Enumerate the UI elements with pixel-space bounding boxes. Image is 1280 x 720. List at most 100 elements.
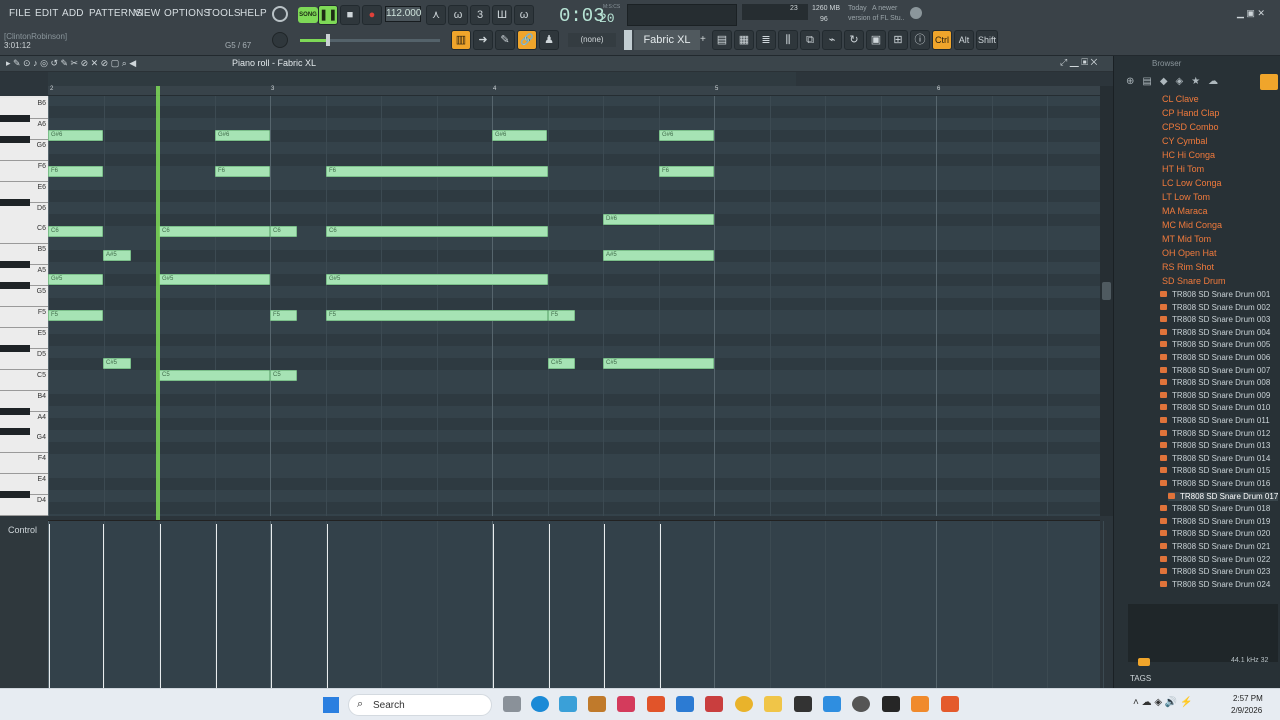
piano-keyboard[interactable]: B6 A6 G6 F6 E6 D6 C6 B5 A5 G5 F5 E5 D5 C5 B4 A4 G4 F4 E4 D4 <box>0 96 48 516</box>
note[interactable]: F5 <box>270 310 297 321</box>
stamp-icon[interactable]: ♟ <box>539 30 559 50</box>
arrow-icon[interactable]: ➜ <box>473 30 493 50</box>
note[interactable]: C#5 <box>103 358 131 369</box>
browser-file[interactable]: TR808 SD Snare Drum 005 <box>1160 340 1270 349</box>
white-key[interactable]: C5 <box>0 369 48 391</box>
master-volume-knob[interactable] <box>272 32 288 48</box>
files-icon[interactable] <box>676 696 694 712</box>
tool-icon[interactable] <box>705 696 723 712</box>
note[interactable]: C6 <box>326 226 548 237</box>
browser-folder[interactable]: CPSD Combo <box>1162 122 1219 132</box>
browser-folder[interactable]: RS Rim Shot <box>1162 262 1214 272</box>
piano-roll-tools[interactable]: ▸ ✎ ⊙ ♪ ◎ ↺ ✎ ✂ ⊘ ✕ ⊘ ▢ ⌕ ◀ <box>6 58 136 69</box>
black-key[interactable] <box>0 135 30 143</box>
fl-app-icon[interactable] <box>941 696 959 712</box>
browser-file[interactable]: TR808 SD Snare Drum 006 <box>1160 353 1270 362</box>
white-key[interactable]: G6 <box>0 139 48 161</box>
browser-file[interactable]: TR808 SD Snare Drum 019 <box>1160 517 1270 526</box>
browser-folder[interactable]: LC Low Conga <box>1162 178 1222 188</box>
black-key[interactable] <box>0 407 30 415</box>
alt-modifier[interactable]: Alt <box>954 30 974 50</box>
news-line2[interactable]: version of FL Stu.. <box>848 15 905 22</box>
browser-folder[interactable]: OH Open Hat <box>1162 248 1217 258</box>
velocity-lane[interactable] <box>48 520 1104 689</box>
fl-studio-icon[interactable] <box>911 696 929 712</box>
tray-icons[interactable]: ˄ ☁ ◈ 🔊 ⚡ <box>1133 697 1193 708</box>
eq-icon[interactable]: ⫼ <box>778 30 798 50</box>
browser-menu-icon[interactable] <box>1260 74 1278 90</box>
browser-file[interactable]: TR808 SD Snare Drum 003 <box>1160 315 1270 324</box>
note[interactable]: D#6 <box>603 214 714 225</box>
health-icon[interactable] <box>617 696 635 712</box>
browser-folder[interactable]: LT Low Tom <box>1162 192 1210 202</box>
black-key[interactable] <box>0 428 30 436</box>
browser-file[interactable]: TR808 SD Snare Drum 014 <box>1160 454 1270 463</box>
white-key[interactable]: D6 <box>0 202 48 224</box>
browser-file[interactable]: TR808 SD Snare Drum 008 <box>1160 378 1270 387</box>
browser-folder[interactable]: CY Cymbal <box>1162 136 1207 146</box>
note[interactable]: G#5 <box>159 274 270 285</box>
note[interactable]: F6 <box>326 166 548 177</box>
menu-help[interactable]: HELP <box>240 8 267 19</box>
browser-file[interactable]: TR808 SD Snare Drum 015 <box>1160 466 1270 475</box>
note[interactable]: C#5 <box>603 358 714 369</box>
note[interactable]: C5 <box>270 370 297 381</box>
browser-file[interactable]: TR808 SD Snare Drum 007 <box>1160 366 1270 375</box>
white-key[interactable]: D4 <box>0 495 48 516</box>
browser-file[interactable]: TR808 SD Snare Drum 021 <box>1160 542 1270 551</box>
note[interactable]: C6 <box>159 226 270 237</box>
browser-toolbar[interactable]: ⊕▤◆◈★☁ <box>1126 76 1226 87</box>
browser-file[interactable]: TR808 SD Snare Drum 011 <box>1160 416 1270 425</box>
piano-roll-title[interactable]: Piano roll - Fabric XL <box>232 58 316 68</box>
loop-record-icon[interactable]: ω <box>514 5 534 25</box>
scrollbar-thumb[interactable] <box>1102 282 1111 300</box>
mixer-icon[interactable]: ▤ <box>712 30 732 50</box>
media-icon[interactable] <box>882 696 900 712</box>
vertical-scrollbar[interactable] <box>1100 86 1113 516</box>
save-icon[interactable]: ▣ <box>866 30 886 50</box>
channel-selector[interactable]: Fabric XL <box>634 30 700 50</box>
note[interactable]: F6 <box>48 166 103 177</box>
wait-input-icon[interactable]: ω <box>448 5 468 25</box>
time-display[interactable]: 0:03 20 M:S:CS <box>545 4 623 27</box>
note[interactable]: F5 <box>548 310 575 321</box>
news-line1[interactable]: A newer <box>872 5 897 12</box>
step-edit-icon[interactable]: Ш <box>492 5 512 25</box>
note[interactable]: G#6 <box>215 130 270 141</box>
black-key[interactable] <box>0 282 30 290</box>
settings-icon[interactable] <box>852 696 870 712</box>
note[interactable]: F5 <box>48 310 103 321</box>
taskbar-search[interactable]: ⌕ Search <box>348 694 492 716</box>
black-key[interactable] <box>0 344 30 352</box>
browser-file[interactable]: TR808 SD Snare Drum 013 <box>1160 441 1270 450</box>
add-icon[interactable]: + <box>700 30 708 50</box>
browser-file[interactable]: TR808 SD Snare Drum 010 <box>1160 403 1270 412</box>
note[interactable]: G#6 <box>48 130 103 141</box>
menu-options[interactable]: OPTIONS <box>164 8 210 19</box>
plugin-icon[interactable]: ⧉ <box>800 30 820 50</box>
note[interactable]: A#5 <box>603 250 714 261</box>
pause-button[interactable]: ❚❚ <box>318 5 338 25</box>
clock-date[interactable]: 2/9/2026 <box>1231 706 1262 715</box>
store-icon[interactable] <box>588 696 606 712</box>
piano-roll-overview[interactable] <box>48 72 796 86</box>
clock-time[interactable]: 2:57 PM <box>1233 694 1263 703</box>
photos-icon[interactable] <box>823 696 841 712</box>
note[interactable]: G#6 <box>659 130 714 141</box>
browser-file[interactable]: TR808 SD Snare Drum 024 <box>1160 580 1270 589</box>
note[interactable]: G#6 <box>492 130 547 141</box>
timeline-ruler[interactable]: 2 3 4 5 6 <box>48 86 1100 96</box>
note-grid[interactable]: G#6 G#6 G#6 G#6 F6 F6 F6 F6 D#6 C6 C6 C6 C6 A#5 A#5 G#5… <box>48 96 1100 516</box>
preset-select[interactable]: (none) <box>568 33 616 47</box>
menu-view[interactable]: VIEW <box>134 8 160 19</box>
app-icon[interactable] <box>647 696 665 712</box>
metronome-icon[interactable]: ⋏ <box>426 5 446 25</box>
arrow-app-icon[interactable] <box>794 696 812 712</box>
black-key[interactable] <box>0 491 30 499</box>
menu-add[interactable]: ADD <box>62 8 84 19</box>
slider-handle[interactable] <box>326 34 330 46</box>
countdown-icon[interactable]: 3 <box>470 5 490 25</box>
note[interactable]: C#5 <box>548 358 575 369</box>
note[interactable]: F5 <box>326 310 548 321</box>
link-icon[interactable]: 🔗 <box>517 30 537 50</box>
